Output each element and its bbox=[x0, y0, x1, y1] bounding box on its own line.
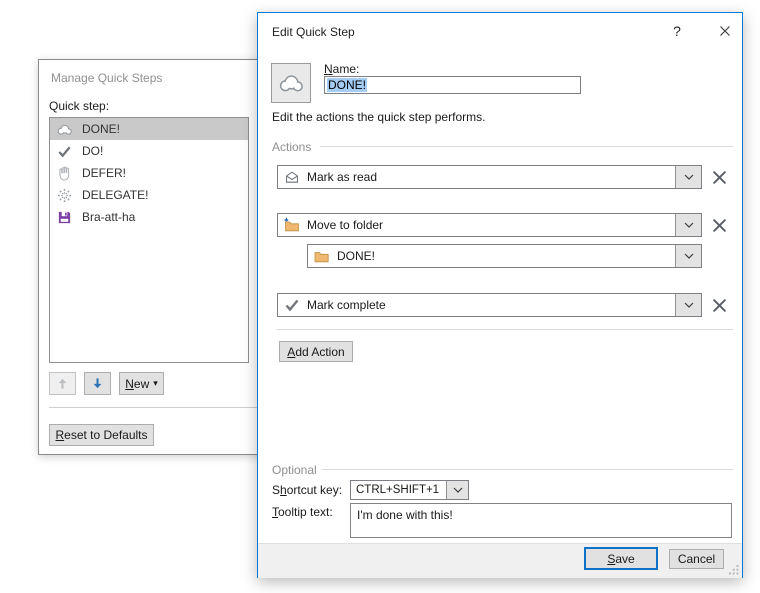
delete-action-button[interactable] bbox=[709, 167, 729, 187]
chevron-down-icon[interactable] bbox=[675, 245, 701, 267]
manage-quick-steps-dialog: Manage Quick Steps Quick step: DONE! bbox=[38, 59, 266, 455]
chevron-down-icon[interactable] bbox=[675, 166, 701, 188]
new-quick-step-button[interactable]: New ▾ bbox=[119, 372, 164, 395]
check-icon bbox=[283, 297, 300, 314]
folder-select-value[interactable]: DONE! bbox=[308, 245, 675, 267]
action-select[interactable]: Mark complete bbox=[277, 293, 702, 317]
list-item-delegate[interactable]: DELEGATE! bbox=[50, 184, 248, 206]
action-row: Mark as read bbox=[277, 165, 733, 189]
list-item-defer[interactable]: DEFER! bbox=[50, 162, 248, 184]
section-line bbox=[320, 146, 733, 147]
shortcut-key-select[interactable]: CTRL+SHIFT+1 bbox=[350, 480, 469, 500]
description-text: Edit the actions the quick step performs… bbox=[272, 110, 485, 124]
quick-steps-listbox[interactable]: DONE! DO! bbox=[49, 117, 249, 363]
move-to-folder-icon bbox=[283, 217, 300, 234]
delete-action-button[interactable] bbox=[709, 295, 729, 315]
action-select-value[interactable]: Mark as read bbox=[278, 166, 675, 188]
reset-to-defaults-button[interactable]: Reset to Defaults bbox=[49, 424, 154, 446]
add-action-button[interactable]: Add Action bbox=[279, 341, 353, 362]
dialog-title: Edit Quick Step bbox=[272, 25, 355, 39]
section-line bbox=[322, 469, 733, 470]
resize-grip[interactable] bbox=[729, 564, 739, 574]
screen: Manage Quick Steps Quick step: DONE! bbox=[0, 0, 760, 593]
save-button[interactable]: Save bbox=[584, 547, 658, 570]
resize-grip-icon bbox=[729, 565, 739, 575]
burst-icon bbox=[56, 187, 73, 204]
list-item-label: DELEGATE! bbox=[82, 188, 148, 202]
down-arrow-icon bbox=[91, 377, 104, 390]
optional-section-label: Optional bbox=[272, 463, 317, 477]
chevron-down-icon[interactable] bbox=[446, 481, 468, 499]
cloud-icon bbox=[56, 121, 73, 138]
tooltip-text-input[interactable]: I'm done with this! bbox=[350, 503, 732, 538]
quick-step-label: Quick step: bbox=[49, 99, 109, 113]
action-select-value[interactable]: Move to folder bbox=[278, 214, 675, 236]
delete-x-icon bbox=[712, 298, 727, 313]
list-item-done[interactable]: DONE! bbox=[50, 118, 248, 140]
chevron-down-icon[interactable] bbox=[675, 214, 701, 236]
close-icon bbox=[719, 25, 731, 37]
action-select[interactable]: Mark as read bbox=[277, 165, 702, 189]
mail-open-icon bbox=[283, 169, 300, 186]
tooltip-text-label: Tooltip text: bbox=[272, 505, 333, 519]
folder-icon bbox=[313, 248, 330, 265]
cloud-icon bbox=[277, 73, 305, 93]
delete-action-button[interactable] bbox=[709, 215, 729, 235]
folder-select[interactable]: DONE! bbox=[307, 244, 702, 268]
action-select[interactable]: Move to folder bbox=[277, 213, 702, 237]
folder-label: DONE! bbox=[337, 249, 375, 263]
list-item-label: DONE! bbox=[82, 122, 120, 136]
list-item-label: DO! bbox=[82, 144, 103, 158]
dropdown-caret-icon: ▾ bbox=[153, 378, 158, 389]
floppy-icon bbox=[56, 209, 73, 226]
selected-text: DONE! bbox=[327, 78, 367, 92]
delete-x-icon bbox=[712, 170, 727, 185]
up-arrow-icon bbox=[56, 377, 69, 390]
folder-select-row: DONE! bbox=[307, 244, 702, 268]
dialog-title: Manage Quick Steps bbox=[51, 71, 162, 85]
shortcut-key-label: Shortcut key: bbox=[272, 483, 342, 497]
action-label: Move to folder bbox=[307, 218, 383, 232]
divider bbox=[277, 329, 733, 330]
actions-section-label: Actions bbox=[272, 140, 311, 154]
close-button[interactable] bbox=[714, 21, 736, 41]
action-select-value[interactable]: Mark complete bbox=[278, 294, 675, 316]
quick-step-icon-button bbox=[271, 63, 311, 103]
shortcut-key-value[interactable]: CTRL+SHIFT+1 bbox=[351, 481, 446, 499]
list-item-bra-att-ha[interactable]: Bra-att-ha bbox=[50, 206, 248, 228]
hand-icon bbox=[56, 165, 73, 182]
chevron-down-icon[interactable] bbox=[675, 294, 701, 316]
edit-quick-step-dialog: Edit Quick Step ? Name: DONE! Edit the a… bbox=[257, 12, 743, 578]
check-icon bbox=[56, 143, 73, 160]
help-button[interactable]: ? bbox=[667, 21, 687, 41]
divider bbox=[49, 407, 261, 408]
move-down-button[interactable] bbox=[84, 372, 111, 395]
action-row: Mark complete bbox=[277, 293, 733, 317]
action-label: Mark complete bbox=[307, 298, 386, 312]
delete-x-icon bbox=[712, 218, 727, 233]
name-input[interactable]: DONE! bbox=[324, 76, 581, 94]
list-item-do[interactable]: DO! bbox=[50, 140, 248, 162]
cancel-button[interactable]: Cancel bbox=[669, 549, 724, 569]
action-label: Mark as read bbox=[307, 170, 377, 184]
list-item-label: Bra-att-ha bbox=[82, 210, 135, 224]
tooltip-text-value: I'm done with this! bbox=[357, 508, 453, 522]
list-item-label: DEFER! bbox=[82, 166, 126, 180]
move-up-button[interactable] bbox=[49, 372, 76, 395]
name-label: Name: bbox=[324, 62, 359, 76]
action-row: Move to folder bbox=[277, 213, 733, 237]
